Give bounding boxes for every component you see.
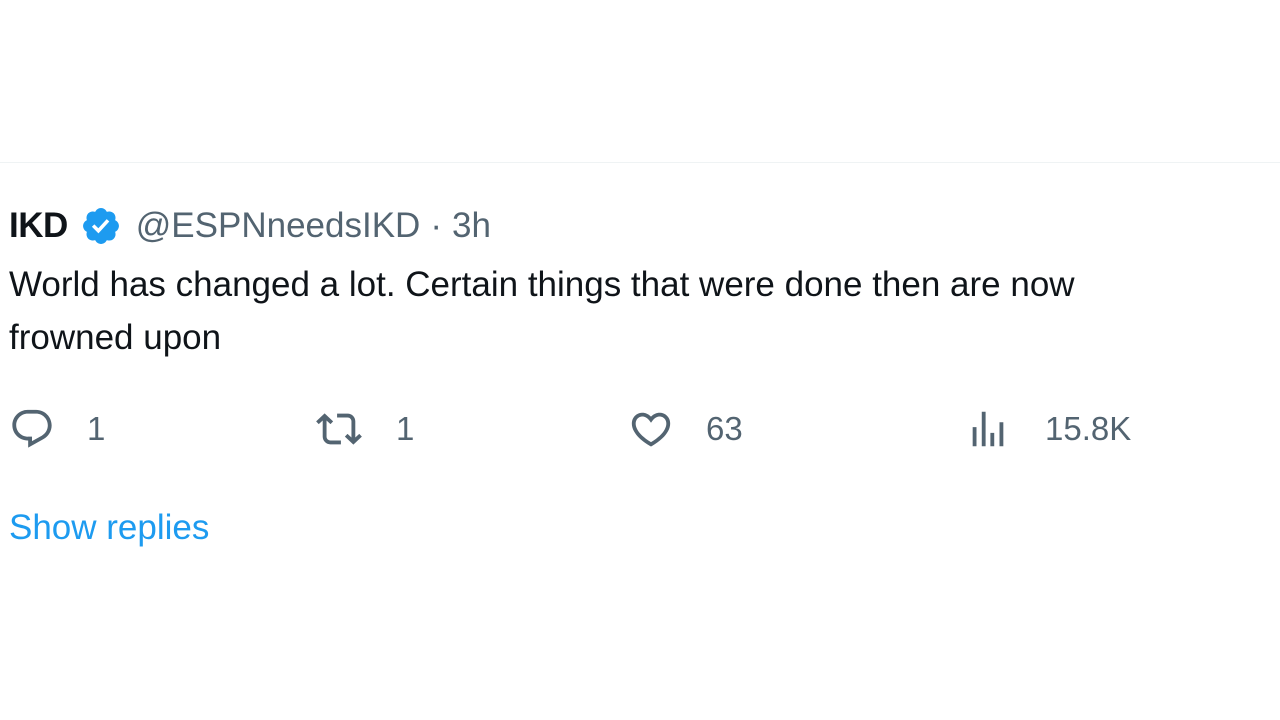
views-chart-icon [965, 406, 1011, 452]
tweet-text-line: World has changed a lot. Certain things … [9, 265, 1075, 304]
top-divider [0, 162, 1280, 163]
tweet-text: World has changed a lot. Certain things … [9, 258, 1280, 364]
views-count: 15.8K [1045, 410, 1132, 447]
tweet-header: IKD @ESPNneedsIKD · 3h [9, 200, 1280, 252]
verified-badge-icon[interactable] [80, 205, 122, 247]
like-button[interactable]: 63 [628, 402, 743, 456]
reply-button[interactable]: 1 [9, 402, 105, 456]
like-count: 63 [706, 410, 743, 447]
retweet-count: 1 [396, 410, 415, 447]
tweet-actions: 1 1 63 15.8K [0, 402, 1280, 456]
timestamp[interactable]: 3h [452, 206, 491, 246]
display-name[interactable]: IKD [9, 206, 68, 246]
reply-icon [9, 406, 55, 452]
retweet-button[interactable]: 1 [316, 402, 414, 456]
separator-dot: · [430, 206, 442, 245]
user-handle[interactable]: @ESPNneedsIKD [136, 206, 421, 246]
retweet-icon [316, 406, 362, 452]
tweet-text-line: frowned upon [9, 318, 222, 357]
heart-icon [628, 406, 674, 452]
views-button[interactable]: 15.8K [965, 402, 1131, 456]
reply-count: 1 [87, 410, 106, 447]
show-replies-link[interactable]: Show replies [9, 508, 209, 548]
tweet-page: IKD @ESPNneedsIKD · 3h World has changed… [0, 0, 1280, 720]
tweet[interactable]: IKD @ESPNneedsIKD · 3h World has changed… [9, 200, 1280, 364]
